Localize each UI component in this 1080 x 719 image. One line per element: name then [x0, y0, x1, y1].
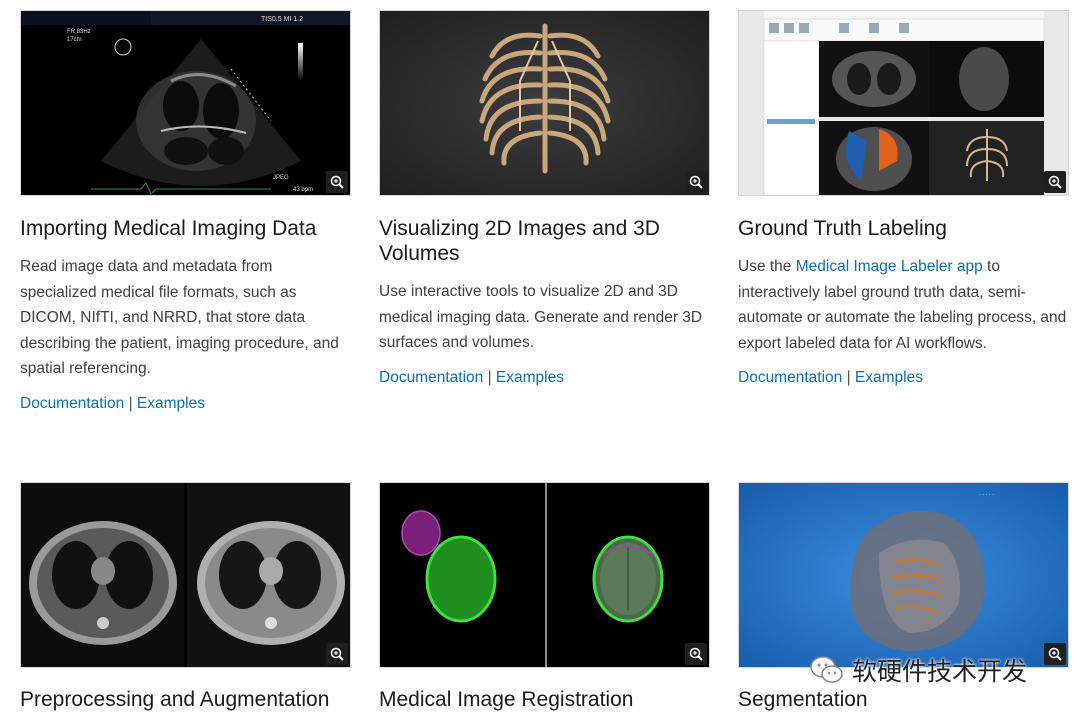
card-registration: Medical Image Registration	[379, 482, 710, 712]
thumbnail-labeler-app[interactable]	[738, 10, 1069, 196]
zoom-icon[interactable]	[326, 171, 348, 193]
ultrasound-image: TIS0.5 MI 1.2 FR 83Hz 17cm JPEG 43 bpm	[21, 11, 350, 195]
link-separator: |	[846, 369, 851, 386]
card-ground-truth: Ground Truth Labeling Use the Medical Im…	[738, 10, 1069, 387]
ribcage-render	[380, 11, 709, 195]
depth-label: 17cm	[67, 37, 82, 43]
zoom-icon[interactable]	[685, 643, 707, 665]
card-description: Use the Medical Image Labeler app to int…	[738, 254, 1069, 356]
description-prefix: Use the	[738, 258, 796, 275]
brain-registration-images	[380, 483, 709, 667]
zoom-icon[interactable]	[1044, 171, 1066, 193]
card-visualizing: Visualizing 2D Images and 3D Volumes Use…	[379, 10, 710, 387]
medical-image-labeler-link[interactable]: Medical Image Labeler app	[796, 258, 983, 275]
zoom-icon[interactable]	[685, 171, 707, 193]
thumbnail-segmentation[interactable]: . . . . .	[738, 482, 1069, 668]
ultrasound-index-label: TIS0.5 MI 1.2	[261, 16, 303, 23]
examples-link[interactable]: Examples	[496, 369, 564, 386]
thumbnail-ultrasound[interactable]: TIS0.5 MI 1.2 FR 83Hz 17cm JPEG 43 bpm	[20, 10, 351, 196]
format-label: JPEG	[273, 175, 289, 181]
card-description: Read image data and metadata from specia…	[20, 258, 339, 377]
link-separator: |	[128, 394, 133, 412]
thumbnail-ribcage[interactable]	[379, 10, 710, 196]
thumbnail-ct-lungs[interactable]	[20, 482, 351, 668]
card-links: Documentation | Examples	[738, 369, 1069, 387]
card-importing: TIS0.5 MI 1.2 FR 83Hz 17cm JPEG 43 bpm I…	[20, 10, 351, 413]
card-preprocessing: Preprocessing and Augmentation	[20, 482, 351, 712]
segmentation-volume-render: . . . . .	[739, 483, 1068, 667]
card-links: Documentation | Examples	[20, 395, 351, 413]
card-title[interactable]: Medical Image Registration	[379, 687, 710, 712]
card-title[interactable]: Visualizing 2D Images and 3D Volumes	[379, 216, 710, 266]
documentation-link[interactable]: Documentation	[20, 395, 124, 412]
wechat-icon	[810, 656, 843, 683]
frame-rate-label: FR 83Hz	[67, 29, 91, 35]
examples-link[interactable]: Examples	[855, 369, 923, 386]
heart-rate-label: 43 bpm	[293, 187, 313, 193]
zoom-icon[interactable]	[326, 643, 348, 665]
card-title[interactable]: Preprocessing and Augmentation	[20, 687, 351, 712]
link-separator: |	[487, 368, 492, 386]
zoom-icon[interactable]	[1044, 643, 1066, 665]
card-title[interactable]: Segmentation	[738, 687, 1069, 712]
documentation-link[interactable]: Documentation	[738, 369, 842, 386]
ct-lung-images	[21, 483, 350, 667]
card-description: Use interactive tools to visualize 2D an…	[379, 283, 703, 351]
card-title[interactable]: Ground Truth Labeling	[738, 216, 1069, 241]
svg-text:. . . . .: . . . . .	[979, 491, 994, 497]
watermark: 软硬件技术开发	[810, 652, 1027, 688]
thumbnail-registration[interactable]	[379, 482, 710, 668]
examples-link[interactable]: Examples	[137, 395, 205, 412]
documentation-link[interactable]: Documentation	[379, 369, 483, 386]
card-title[interactable]: Importing Medical Imaging Data	[20, 216, 351, 241]
card-links: Documentation | Examples	[379, 369, 710, 387]
labeler-app-screenshot	[739, 11, 1068, 195]
watermark-text: 软硬件技术开发	[852, 657, 1028, 686]
